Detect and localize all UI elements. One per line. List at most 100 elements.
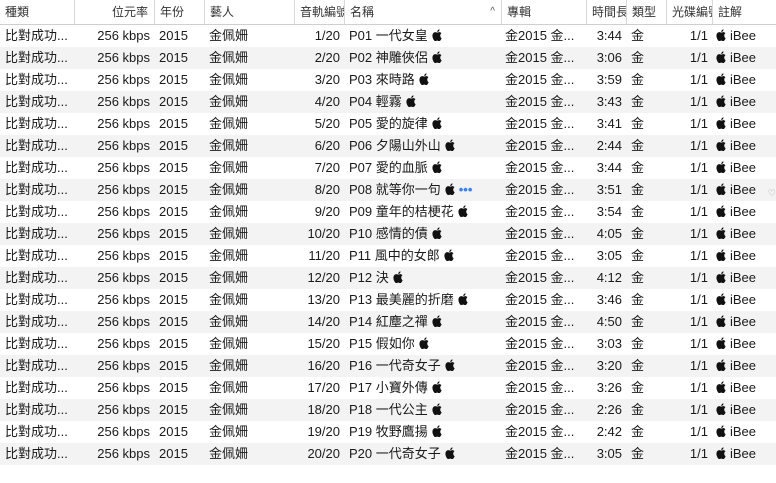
cell-genre: 金 [631,94,645,109]
table-row[interactable]: 比對成功... 256 kbps 2015 金佩姍 13/20 P13 最美麗的折磨 金20… [0,289,776,311]
cell-bitrate: 256 kbps [97,160,150,175]
song-title: P07 愛的血脈 [349,160,428,175]
table-row[interactable]: 比對成功... 256 kbps 2015 金佩姍 16/20 P16 一代奇女子 金201… [0,355,776,377]
more-options-icon[interactable]: ••• [459,182,473,197]
table-row[interactable]: 比對成功... 256 kbps 2015 金佩姍 6/20 P06 夕陽山外山 金2015… [0,135,776,157]
song-title: P08 就等你一句 [349,182,441,197]
column-header-bitrate[interactable]: 位元率 [74,0,154,24]
song-title: P11 風中的女郎 [349,248,440,263]
cell-disc: 1/1 [689,402,708,417]
table-row[interactable]: 比對成功... 256 kbps 2015 金佩姍 15/20 P15 假如你 金2015 … [0,333,776,355]
column-header-comment[interactable]: 註解 [712,0,776,24]
cell-genre: 金 [631,270,645,285]
apple-music-icon [393,268,403,283]
cell-bitrate: 256 kbps [97,94,150,109]
cell-artist: 金佩姍 [209,292,249,307]
cell-name: P02 神雕俠侶 [349,47,501,69]
cell-track: 13/20 [307,292,340,307]
cell-comment: iBee [716,333,776,355]
cell-disc: 1/1 [689,94,708,109]
cell-artist: 金佩姍 [209,94,249,109]
cell-bitrate: 256 kbps [97,226,150,241]
cell-time: 4:12 [596,270,622,285]
cell-genre: 金 [631,116,645,131]
cell-comment: iBee [716,69,776,91]
table-row[interactable]: 比對成功... 256 kbps 2015 金佩姍 12/20 P12 決 金2015 金.… [0,267,776,289]
column-header-album[interactable]: 專輯 [501,0,586,24]
cell-bitrate: 256 kbps [97,358,150,373]
edge-heart-icon: ♡ [767,188,776,198]
cell-comment: iBee [716,399,776,421]
column-header-time[interactable]: 時間長度 [586,0,626,24]
apple-music-icon [458,290,468,305]
cell-track: 2/20 [314,50,340,65]
cell-disc: 1/1 [689,28,708,43]
column-header-kind[interactable]: 種類 [0,0,74,24]
cell-artist: 金佩姍 [209,380,249,395]
apple-music-icon [445,356,455,371]
apple-icon [716,136,726,151]
table-row[interactable]: 比對成功... 256 kbps 2015 金佩姍 2/20 P02 神雕俠侶 金2015 … [0,47,776,69]
cell-bitrate: 256 kbps [97,72,150,87]
cell-year: 2015 [159,248,188,263]
table-row[interactable]: 比對成功... 256 kbps 2015 金佩姍 19/20 P19 牧野鷹揚 金2015… [0,421,776,443]
cell-bitrate: 256 kbps [97,446,150,461]
cell-bitrate: 256 kbps [97,204,150,219]
table-row[interactable]: 比對成功... 256 kbps 2015 金佩姍 1/20 P01 一代女皇 金2015 … [0,25,776,47]
table-row[interactable]: 比對成功... 256 kbps 2015 金佩姍 5/20 P05 愛的旋律 金2015 … [0,113,776,135]
cell-artist: 金佩姍 [209,336,249,351]
comment-text: iBee [730,424,757,439]
column-header-year[interactable]: 年份 [154,0,204,24]
table-row[interactable]: 比對成功... 256 kbps 2015 金佩姍 18/20 P18 一代公主 金2015… [0,399,776,421]
cell-artist: 金佩姍 [209,28,249,43]
cell-track: 17/20 [307,380,340,395]
table-row[interactable]: 比對成功... 256 kbps 2015 金佩姍 8/20 P08 就等你一句 ••• 金2… [0,179,776,201]
cell-track: 7/20 [314,160,340,175]
cell-album: 金2015 金... [505,358,575,373]
table-row[interactable]: 比對成功... 256 kbps 2015 金佩姍 4/20 P04 輕霧 金2015 金.… [0,91,776,113]
column-header-name[interactable]: 名稱 ^ [344,0,501,24]
cell-comment: iBee [716,91,776,113]
cell-track: 14/20 [307,314,340,329]
table-row[interactable]: 比對成功... 256 kbps 2015 金佩姍 9/20 P09 童年的桔梗花 金201… [0,201,776,223]
cell-track: 1/20 [314,28,340,43]
song-title: P02 神雕俠侶 [349,50,428,65]
table-row[interactable]: 比對成功... 256 kbps 2015 金佩姍 17/20 P17 小寶外傳 金2015… [0,377,776,399]
table-row[interactable]: 比對成功... 256 kbps 2015 金佩姍 7/20 P07 愛的血脈 金2015 … [0,157,776,179]
cell-year: 2015 [159,380,188,395]
table-row[interactable]: 比對成功... 256 kbps 2015 金佩姍 10/20 P10 感情的債 金2015… [0,223,776,245]
column-header-artist[interactable]: 藝人 [204,0,294,24]
cell-disc: 1/1 [689,380,708,395]
cell-album: 金2015 金... [505,138,575,153]
cell-year: 2015 [159,336,188,351]
table-row[interactable]: 比對成功... 256 kbps 2015 金佩姍 11/20 P11 風中的女郎 金201… [0,245,776,267]
cell-name: P13 最美麗的折磨 [349,289,501,311]
cell-track: 15/20 [307,336,340,351]
cell-year: 2015 [159,270,188,285]
cell-album: 金2015 金... [505,270,575,285]
cell-album: 金2015 金... [505,446,575,461]
table-row[interactable]: 比對成功... 256 kbps 2015 金佩姍 14/20 P14 紅塵之禪 金2015… [0,311,776,333]
song-title: P01 一代女皇 [349,28,428,43]
comment-text: iBee [730,138,757,153]
cell-track: 12/20 [307,270,340,285]
table-row[interactable]: 比對成功... 256 kbps 2015 金佩姍 20/20 P20 一代奇女子 金201… [0,443,776,465]
cell-artist: 金佩姍 [209,226,249,241]
cell-kind: 比對成功... [5,50,68,65]
column-header-genre[interactable]: 類型 [626,0,666,24]
cell-comment: iBee [716,223,776,245]
apple-music-icon [419,334,429,349]
column-header-disc[interactable]: 光碟編號 [666,0,712,24]
column-header-track[interactable]: 音軌編號 [294,0,344,24]
cell-artist: 金佩姍 [209,314,249,329]
song-title: P19 牧野鷹揚 [349,424,428,439]
cell-comment: iBee [716,245,776,267]
sort-ascending-icon: ^ [490,6,495,17]
cell-time: 4:05 [596,226,622,241]
cell-artist: 金佩姍 [209,138,249,153]
cell-bitrate: 256 kbps [97,270,150,285]
cell-year: 2015 [159,116,188,131]
cell-time: 3:43 [596,94,622,109]
table-row[interactable]: 比對成功... 256 kbps 2015 金佩姍 3/20 P03 來時路 金2015 金… [0,69,776,91]
comment-text: iBee [730,446,757,461]
